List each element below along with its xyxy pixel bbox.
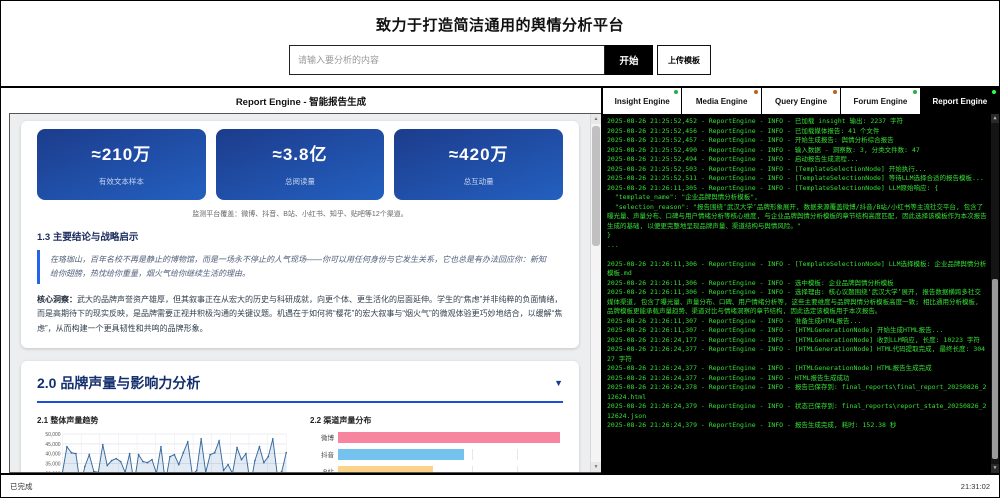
section-1-3-quote: 在珞珈山，百年名校不再是静止的博物馆，而是一场永不停止的人气现场——你可以用任何… [37,250,563,284]
stat-value: ≈420万 [394,140,563,165]
report-panel-title: Report Engine - 智能报告生成 [1,88,601,113]
bar-row: 抖音 [310,448,563,460]
terminal-log: 2025-08-26 21:25:52,452 - ReportEngine -… [603,114,999,473]
tab-label: Query Engine [775,97,827,106]
volume-trend-chart-block: 2.1 整体声量趋势 50,000 45,000 40,000 35,000 30,00… [37,415,290,472]
status-left-text: 已完成 [10,481,33,492]
stat-value: ≈3.8亿 [216,140,385,165]
svg-text:50,000: 50,000 [45,432,60,438]
terminal-panel: Insight Engine Media Engine Query Engine… [601,88,999,473]
report-section-2-card: 2.0 品牌声量与影响力分析 ▼ 2.1 整体声量趋势 50,000 45,000… [21,361,579,472]
report-frame: ≈210万 有效文本样本 ≈3.8亿 总阅读量 ≈420万 总互动量 [9,113,601,473]
scroll-up-icon[interactable]: ▲ [991,114,999,123]
engine-tabs: Insight Engine Media Engine Query Engine… [603,88,999,114]
terminal-lines: 2025-08-26 21:25:52,452 - ReportEngine -… [607,117,987,431]
bar-row: 微博 [310,431,563,443]
collapse-arrow-icon[interactable]: ▼ [554,378,563,388]
page-title: 致力于打造简洁通用的舆情分析平台 [376,14,624,35]
chart2-title: 2.2 渠道声量分布 [310,415,563,426]
stat-label: 总阅读量 [216,176,385,187]
search-input[interactable] [289,45,605,75]
tab-report-engine[interactable]: Report Engine [921,88,999,114]
stat-card-interactions: ≈420万 总互动量 [394,129,563,200]
status-dot [992,90,996,94]
tab-insight-engine[interactable]: Insight Engine [603,88,682,114]
svg-text:40,000: 40,000 [45,452,60,458]
report-panel: Report Engine - 智能报告生成 ≈210万 有效文本样本 ≈3.8… [1,88,601,473]
main-split: Report Engine - 智能报告生成 ≈210万 有效文本样本 ≈3.8… [1,86,999,473]
svg-text:30,000: 30,000 [45,471,60,472]
channel-distribution-bar-chart: 微博抖音B站小红书知乎 [310,431,563,472]
status-bar: 已完成 21:31:02 [1,473,999,497]
report-summary-card: ≈210万 有效文本样本 ≈3.8亿 总阅读量 ≈420万 总互动量 [21,121,579,348]
tab-label: Media Engine [696,97,748,106]
tab-label: Insight Engine [615,97,670,106]
section-1-3-heading: 1.3 主要结论与战略启示 [37,229,563,243]
scroll-up-icon[interactable]: ▲ [591,114,601,124]
status-dot [913,90,917,94]
stat-label: 有效文本样本 [37,176,206,187]
section-1-3-insight: 核心洞察：武大的品牌声誉资产雄厚，但其叙事正在从宏大的历史与科研成就，向更个体、… [37,293,563,336]
coverage-note: 监测平台覆盖：微博、抖音、B站、小红书、知乎、贴吧等12个渠道。 [37,209,563,219]
status-dot [674,90,678,94]
stat-card-reads: ≈3.8亿 总阅读量 [216,129,385,200]
section-2-0-header: 2.0 品牌声量与影响力分析 ▼ [37,373,563,403]
stat-label: 总互动量 [394,176,563,187]
tab-media-engine[interactable]: Media Engine [682,88,761,114]
tab-label: Forum Engine [854,97,908,106]
tab-query-engine[interactable]: Query Engine [762,88,841,114]
insight-lead: 核心洞察： [37,295,77,304]
app-window: 致力于打造简洁通用的舆情分析平台 开始 上传模板 Report Engine -… [0,0,1000,498]
report-scrollbar[interactable]: ▲ ▼ [590,114,601,472]
channel-distribution-chart-block: 2.2 渠道声量分布 微博抖音B站小红书知乎 [310,415,563,472]
status-dot [754,90,758,94]
bar-row: B站 [310,465,563,472]
scroll-down-icon[interactable]: ▼ [591,462,601,472]
tab-forum-engine[interactable]: Forum Engine [841,88,920,114]
terminal-scrollbar[interactable]: ▲ ▼ [991,114,999,473]
search-row: 开始 上传模板 [289,45,711,75]
scroll-down-icon[interactable]: ▼ [991,464,999,473]
upload-template-button[interactable]: 上传模板 [657,45,711,75]
stat-value: ≈210万 [37,140,206,165]
volume-trend-line-chart: 50,00045,00040,00035,00030,00025,00020,0… [37,431,290,472]
stats-row: ≈210万 有效文本样本 ≈3.8亿 总阅读量 ≈420万 总互动量 [37,129,563,200]
top-header: 致力于打造简洁通用的舆情分析平台 开始 上传模板 [1,1,999,86]
chart1-title: 2.1 整体声量趋势 [37,415,290,426]
section-2-0-heading: 2.0 品牌声量与影响力分析 [37,373,200,393]
svg-text:45,000: 45,000 [45,442,60,448]
status-dot [833,90,837,94]
svg-text:35,000: 35,000 [45,462,60,468]
terminal-scrollbar-thumb[interactable] [992,279,998,459]
charts-row: 2.1 整体声量趋势 50,000 45,000 40,000 35,000 30,00… [37,415,563,472]
stat-card-samples: ≈210万 有效文本样本 [37,129,206,200]
tab-label: Report Engine [932,97,987,106]
insight-body: 武大的品牌声誉资产雄厚，但其叙事正在从宏大的历史与科研成就，向更个体、更生活化的… [37,295,562,333]
status-clock: 21:31:02 [961,482,990,491]
report-content: ≈210万 有效文本样本 ≈3.8亿 总阅读量 ≈420万 总互动量 [10,114,590,472]
start-button[interactable]: 开始 [605,45,653,75]
report-scrollbar-thumb[interactable] [592,126,600,246]
